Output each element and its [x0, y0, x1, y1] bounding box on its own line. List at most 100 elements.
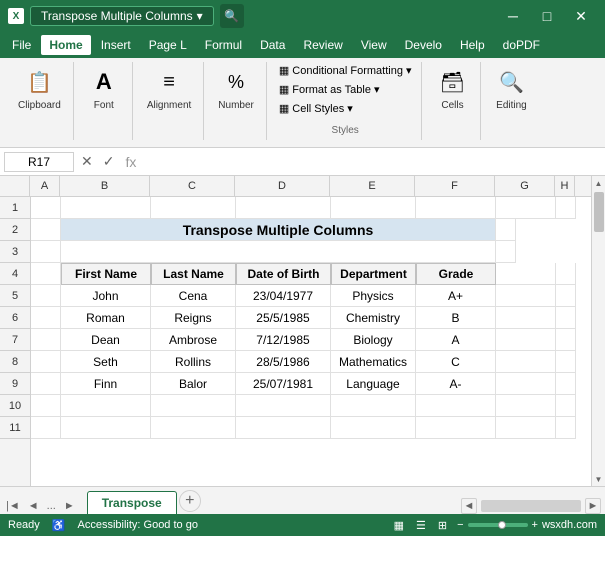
cell-H9[interactable]: [556, 373, 576, 395]
search-button[interactable]: 🔍: [220, 4, 244, 28]
cell-B2-title[interactable]: Transpose Multiple Columns: [61, 219, 496, 241]
col-header-H[interactable]: H: [555, 176, 575, 196]
close-button[interactable]: ✕: [565, 6, 597, 26]
cell-C9[interactable]: Balor: [151, 373, 236, 395]
cell-D5[interactable]: 23/04/1977: [236, 285, 331, 307]
cell-G10[interactable]: [496, 395, 556, 417]
view-normal-btn[interactable]: ▦: [392, 517, 406, 534]
row-9[interactable]: 9: [0, 373, 30, 395]
cell-A7[interactable]: [31, 329, 61, 351]
cell-B7[interactable]: Dean: [61, 329, 151, 351]
format-as-table-button[interactable]: ▦ Format as Table ▾: [275, 81, 416, 98]
cell-H2[interactable]: [496, 219, 516, 241]
cell-E7[interactable]: Biology: [331, 329, 416, 351]
cell-C11[interactable]: [151, 417, 236, 439]
cell-A10[interactable]: [31, 395, 61, 417]
cell-G9[interactable]: [496, 373, 556, 395]
cell-H3[interactable]: [496, 241, 516, 263]
cell-A2[interactable]: [31, 219, 61, 241]
cell-D10[interactable]: [236, 395, 331, 417]
conditional-formatting-button[interactable]: ▦ Conditional Formatting ▾: [275, 62, 416, 79]
cell-H6[interactable]: [556, 307, 576, 329]
cell-E10[interactable]: [331, 395, 416, 417]
cell-B5[interactable]: John: [61, 285, 151, 307]
cell-E5[interactable]: Physics: [331, 285, 416, 307]
cell-D9[interactable]: 25/07/1981: [236, 373, 331, 395]
zoom-slider[interactable]: − + wsxdh.com: [457, 519, 597, 531]
row-5[interactable]: 5: [0, 285, 30, 307]
row-1[interactable]: 1: [0, 197, 30, 219]
cell-H8[interactable]: [556, 351, 576, 373]
cell-E8[interactable]: Mathematics: [331, 351, 416, 373]
row-3[interactable]: 3: [0, 241, 30, 263]
cell-E11[interactable]: [331, 417, 416, 439]
cell-C5[interactable]: Cena: [151, 285, 236, 307]
cell-F4-header[interactable]: Grade: [416, 263, 496, 285]
menu-view[interactable]: View: [353, 35, 395, 55]
menu-review[interactable]: Review: [295, 35, 350, 55]
cell-F10[interactable]: [416, 395, 496, 417]
h-scroll-right[interactable]: ►: [585, 498, 601, 514]
cell-A4[interactable]: [31, 263, 61, 285]
col-header-F[interactable]: F: [415, 176, 495, 196]
cell-G8[interactable]: [496, 351, 556, 373]
formula-cancel-icon[interactable]: ✕: [78, 153, 96, 170]
row-7[interactable]: 7: [0, 329, 30, 351]
cell-B4-header[interactable]: First Name: [61, 263, 151, 285]
cell-B9[interactable]: Finn: [61, 373, 151, 395]
col-header-B[interactable]: B: [60, 176, 150, 196]
cell-B3[interactable]: [61, 241, 496, 263]
scroll-track[interactable]: [592, 190, 605, 472]
zoom-handle[interactable]: [498, 521, 506, 529]
menu-formulas[interactable]: Formul: [197, 35, 250, 55]
cell-A11[interactable]: [31, 417, 61, 439]
h-scroll-left[interactable]: ◄: [461, 498, 477, 514]
cell-F11[interactable]: [416, 417, 496, 439]
horizontal-scroll[interactable]: ◄ ►: [461, 498, 601, 514]
menu-data[interactable]: Data: [252, 35, 293, 55]
sheet-nav-first[interactable]: |◄: [4, 498, 22, 514]
cell-reference-input[interactable]: [4, 152, 74, 172]
vertical-scrollbar[interactable]: ▲ ▼: [591, 176, 605, 486]
title-dropdown-icon[interactable]: ▾: [197, 9, 203, 23]
scroll-up-button[interactable]: ▲: [592, 176, 605, 190]
cell-B8[interactable]: Seth: [61, 351, 151, 373]
sheet-nav-prev[interactable]: ◄: [26, 498, 41, 514]
h-scroll-thumb[interactable]: [481, 500, 581, 512]
cell-G1[interactable]: [496, 197, 556, 219]
cell-H5[interactable]: [556, 285, 576, 307]
col-header-A[interactable]: A: [30, 176, 60, 196]
cell-G11[interactable]: [496, 417, 556, 439]
cell-F6[interactable]: B: [416, 307, 496, 329]
cell-A8[interactable]: [31, 351, 61, 373]
sheet-nav-next[interactable]: ►: [62, 498, 77, 514]
cell-E1[interactable]: [331, 197, 416, 219]
cell-B6[interactable]: Roman: [61, 307, 151, 329]
add-sheet-button[interactable]: +: [179, 490, 201, 512]
cell-F7[interactable]: A: [416, 329, 496, 351]
menu-home[interactable]: Home: [41, 35, 90, 55]
cell-B10[interactable]: [61, 395, 151, 417]
cell-C6[interactable]: Reigns: [151, 307, 236, 329]
col-header-G[interactable]: G: [495, 176, 555, 196]
cell-C8[interactable]: Rollins: [151, 351, 236, 373]
formula-input[interactable]: [144, 153, 601, 171]
cell-E6[interactable]: Chemistry: [331, 307, 416, 329]
col-header-C[interactable]: C: [150, 176, 235, 196]
row-11[interactable]: 11: [0, 417, 30, 439]
cell-H11[interactable]: [556, 417, 576, 439]
row-8[interactable]: 8: [0, 351, 30, 373]
view-layout-btn[interactable]: ☰: [414, 517, 428, 534]
cell-H10[interactable]: [556, 395, 576, 417]
cell-H1[interactable]: [556, 197, 576, 219]
cell-A1[interactable]: [31, 197, 61, 219]
cell-G7[interactable]: [496, 329, 556, 351]
cell-A5[interactable]: [31, 285, 61, 307]
scroll-down-button[interactable]: ▼: [592, 472, 605, 486]
cell-C1[interactable]: [151, 197, 236, 219]
cell-H7[interactable]: [556, 329, 576, 351]
cell-F1[interactable]: [416, 197, 496, 219]
menu-insert[interactable]: Insert: [93, 35, 139, 55]
minimize-button[interactable]: ─: [497, 6, 529, 26]
cell-A9[interactable]: [31, 373, 61, 395]
